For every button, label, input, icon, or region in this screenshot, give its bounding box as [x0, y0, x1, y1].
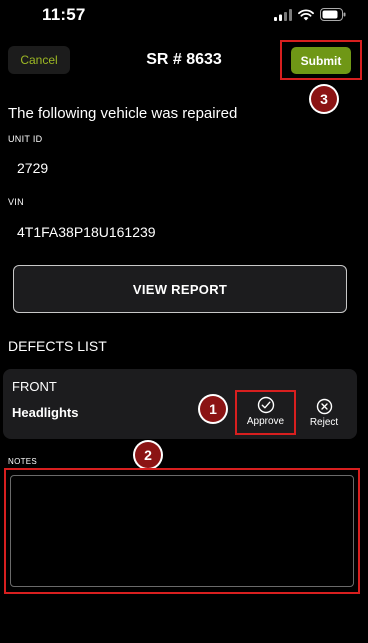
check-circle-icon [257, 396, 274, 414]
vin-label: VIN [8, 197, 24, 207]
intro-text: The following vehicle was repaired [8, 105, 238, 122]
x-circle-icon [316, 398, 332, 415]
defect-name: Headlights [12, 405, 79, 420]
vin-value: 4T1FA38P18U161239 [17, 224, 156, 240]
status-time: 11:57 [42, 5, 86, 24]
notes-highlight [4, 468, 360, 594]
approve-label: Approve [246, 416, 285, 427]
approve-button[interactable]: Approve [237, 396, 294, 427]
annotation-marker-3: 3 [311, 86, 337, 112]
annotation-marker-1: 1 [200, 396, 226, 422]
submit-button[interactable]: Submit [291, 47, 351, 74]
reject-button[interactable]: Reject [300, 392, 348, 434]
unit-id-value: 2729 [17, 160, 49, 176]
notes-field[interactable] [10, 475, 354, 587]
notes-label: NOTES [8, 457, 38, 466]
battery-icon [320, 8, 346, 21]
signal-icon [274, 8, 292, 21]
unit-id-label: UNIT ID [8, 134, 43, 144]
status-icons [274, 8, 346, 21]
defect-section: FRONT [12, 379, 57, 394]
defects-list-title: DEFECTS LIST [8, 338, 107, 354]
wifi-icon [298, 8, 314, 20]
reject-label: Reject [309, 417, 339, 428]
view-report-button[interactable]: VIEW REPORT [13, 265, 347, 313]
annotation-marker-2: 2 [135, 442, 161, 468]
